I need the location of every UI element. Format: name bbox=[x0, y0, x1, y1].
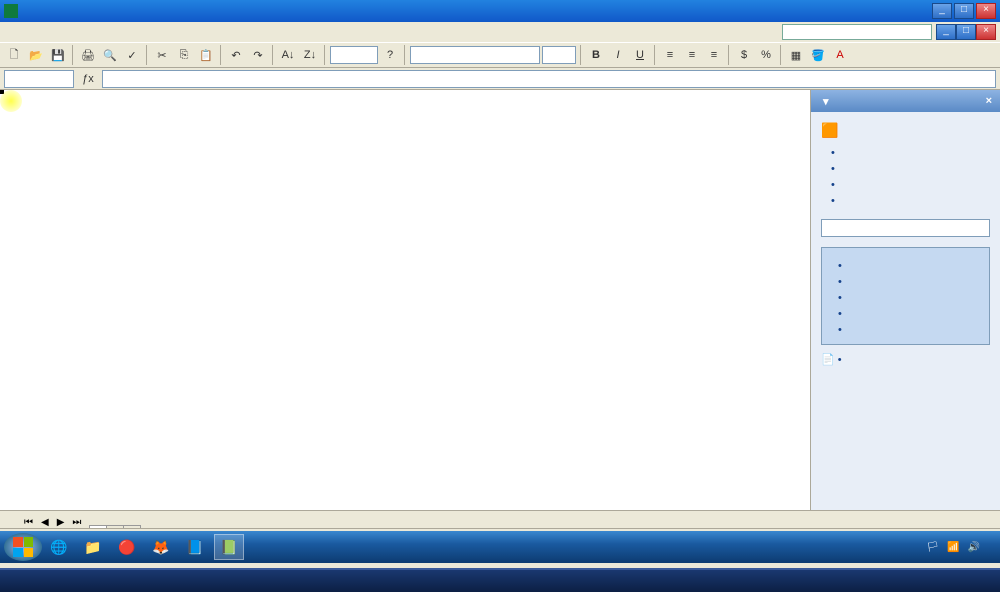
fx-icon[interactable]: ƒx bbox=[78, 69, 98, 89]
taskbar-chrome-icon[interactable]: 🔴 bbox=[112, 534, 142, 560]
sort-asc-icon[interactable]: A↓ bbox=[278, 45, 298, 65]
tab-nav-last-icon[interactable]: ⏭ bbox=[68, 517, 89, 528]
font-size-combo[interactable] bbox=[542, 46, 576, 64]
align-right-icon[interactable]: ≡ bbox=[704, 45, 724, 65]
preview-icon[interactable]: 🔍 bbox=[100, 45, 120, 65]
create-workbook-link[interactable] bbox=[838, 354, 842, 366]
zoom-combo[interactable] bbox=[330, 46, 378, 64]
taskbar-firefox-icon[interactable]: 🦊 bbox=[146, 534, 176, 560]
title-bar: _ □ × bbox=[0, 0, 1000, 22]
doc-restore-button[interactable]: □ bbox=[956, 24, 976, 40]
percent-icon[interactable]: % bbox=[756, 45, 776, 65]
help-icon[interactable]: ? bbox=[380, 45, 400, 65]
paste-icon[interactable]: 📋 bbox=[196, 45, 216, 65]
tray-network-icon[interactable]: 📶 bbox=[947, 542, 959, 553]
currency-icon[interactable]: $ bbox=[734, 45, 754, 65]
bold-icon[interactable]: B bbox=[586, 45, 606, 65]
font-name-combo[interactable] bbox=[410, 46, 540, 64]
print-icon[interactable]: 🖨 bbox=[78, 45, 98, 65]
name-box[interactable] bbox=[4, 70, 74, 88]
save-icon[interactable]: 💾 bbox=[48, 45, 68, 65]
open-item-1[interactable] bbox=[838, 276, 983, 288]
align-left-icon[interactable]: ≡ bbox=[660, 45, 680, 65]
standard-toolbar: 🗋 📂 💾 🖨 🔍 ✓ ✂ ⎘ 📋 ↶ ↷ A↓ Z↓ ? B I U ≡ ≡ … bbox=[0, 42, 1000, 68]
formula-bar: ƒx bbox=[0, 68, 1000, 90]
align-center-icon[interactable]: ≡ bbox=[682, 45, 702, 65]
tp-link-news[interactable] bbox=[831, 163, 990, 175]
taskpane-dropdown-icon[interactable]: ▾ bbox=[823, 95, 829, 108]
taskbar-ie-icon[interactable]: 🌐 bbox=[44, 534, 74, 560]
taskbar-excel-icon[interactable]: 📗 bbox=[214, 534, 244, 560]
taskbar-app-icon[interactable]: 📘 bbox=[180, 534, 210, 560]
copy-icon[interactable]: ⎘ bbox=[174, 45, 194, 65]
new-icon[interactable]: 🗋 bbox=[4, 45, 24, 65]
italic-icon[interactable]: I bbox=[608, 45, 628, 65]
tp-link-update[interactable] bbox=[831, 179, 990, 191]
excel-icon bbox=[4, 4, 18, 18]
tab-nav-first-icon[interactable]: ⏮ bbox=[20, 517, 37, 528]
close-button[interactable]: × bbox=[976, 3, 996, 19]
tray-flag-icon[interactable]: 🏳 bbox=[926, 542, 939, 553]
formula-input[interactable] bbox=[102, 70, 996, 88]
worksheet[interactable] bbox=[0, 90, 810, 510]
open-item-0[interactable] bbox=[838, 260, 983, 272]
undo-icon[interactable]: ↶ bbox=[226, 45, 246, 65]
doc-close-button[interactable]: × bbox=[976, 24, 996, 40]
open-item-3[interactable] bbox=[838, 308, 983, 320]
tab-nav-prev-icon[interactable]: ◀ bbox=[37, 517, 53, 528]
redo-icon[interactable]: ↷ bbox=[248, 45, 268, 65]
start-button[interactable] bbox=[4, 533, 42, 561]
tab-nav-next-icon[interactable]: ▶ bbox=[53, 517, 69, 528]
tray-sound-icon[interactable]: 🔊 bbox=[968, 542, 980, 553]
sheet-tabs: ⏮ ◀ ▶ ⏭ bbox=[0, 510, 1000, 528]
cursor-highlight bbox=[0, 90, 22, 112]
tp-link-connect[interactable] bbox=[831, 147, 990, 159]
task-pane: ▾ × 🟧 📄 bbox=[810, 90, 1000, 510]
windows-taskbar: 🌐 📁 🔴 🦊 📘 📗 🏳 📶 🔊 bbox=[0, 531, 1000, 563]
fill-color-icon[interactable]: 🪣 bbox=[808, 45, 828, 65]
tab-sheet3[interactable] bbox=[123, 525, 141, 528]
sort-desc-icon[interactable]: Z↓ bbox=[300, 45, 320, 65]
tab-sheet2[interactable] bbox=[106, 525, 124, 528]
taskpane-search-input[interactable] bbox=[821, 219, 990, 237]
open-item-4[interactable] bbox=[838, 324, 983, 336]
open-icon[interactable]: 📂 bbox=[26, 45, 46, 65]
borders-icon[interactable]: ▦ bbox=[786, 45, 806, 65]
cell-selection bbox=[0, 90, 4, 94]
maximize-button[interactable]: □ bbox=[954, 3, 974, 19]
minimize-button[interactable]: _ bbox=[932, 3, 952, 19]
cut-icon[interactable]: ✂ bbox=[152, 45, 172, 65]
open-item-2[interactable] bbox=[838, 292, 983, 304]
taskpane-close-icon[interactable]: × bbox=[986, 95, 992, 107]
menu-bar: _ □ × bbox=[0, 22, 1000, 42]
tp-link-more[interactable] bbox=[831, 195, 990, 207]
doc-minimize-button[interactable]: _ bbox=[936, 24, 956, 40]
font-color-icon[interactable]: A bbox=[830, 45, 850, 65]
taskbar-explorer-icon[interactable]: 📁 bbox=[78, 534, 108, 560]
tab-sheet1[interactable] bbox=[89, 525, 107, 528]
spell-icon[interactable]: ✓ bbox=[122, 45, 142, 65]
video-attribution bbox=[0, 568, 1000, 592]
help-search-input[interactable] bbox=[782, 24, 932, 40]
underline-icon[interactable]: U bbox=[630, 45, 650, 65]
